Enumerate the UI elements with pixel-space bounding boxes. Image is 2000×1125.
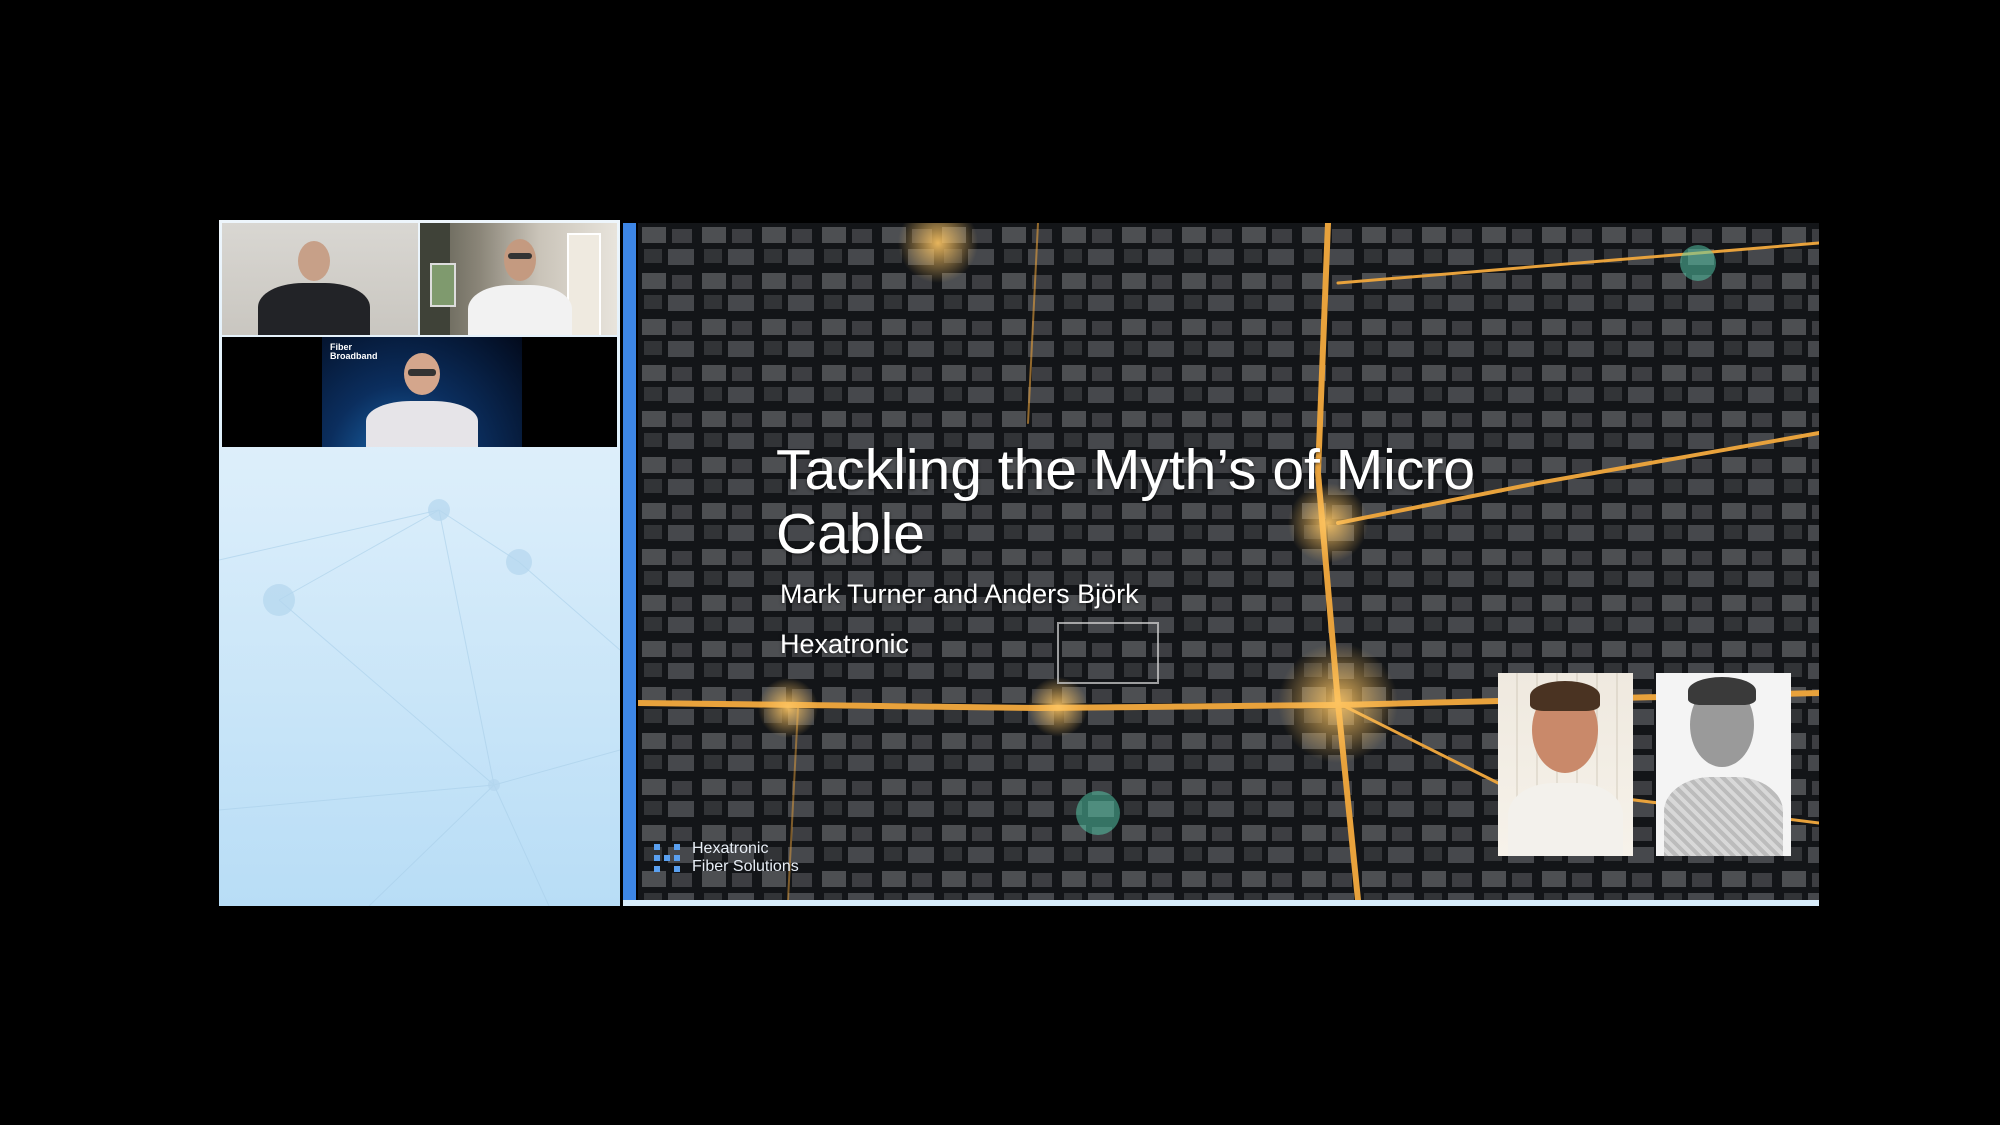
slide-company: Hexatronic xyxy=(780,629,910,659)
participant-figure xyxy=(460,235,580,335)
meeting-window: Fiber Broadband Tackling the Myth’s of M… xyxy=(219,220,1819,906)
slide-bottom-border xyxy=(623,900,1819,906)
participant-video-3[interactable]: Fiber Broadband xyxy=(222,337,617,447)
logo-line-2: Fiber Solutions xyxy=(692,858,799,875)
panel-divider[interactable] xyxy=(623,223,636,903)
slide-presenters: Mark Turner and Anders Björk xyxy=(780,579,1139,609)
hexatronic-logo-icon xyxy=(654,844,680,872)
slide-title: Tackling the Myth’s of Micro Cable xyxy=(776,438,1536,566)
hexatronic-logo: Hexatronic Fiber Solutions xyxy=(654,838,824,878)
slide-title-line-2: Cable xyxy=(776,502,925,566)
logo-line-1: Hexatronic xyxy=(692,840,769,857)
presenter-headshot-1 xyxy=(1498,673,1633,856)
slide-title-line-1: Tackling the Myth’s of Micro xyxy=(776,438,1476,502)
presenter-headshot-2 xyxy=(1656,673,1791,856)
hexatronic-logo-text: Hexatronic Fiber Solutions xyxy=(692,840,799,876)
shared-presentation-slide: Tackling the Myth’s of Micro Cable Mark … xyxy=(638,223,1819,900)
participant-video-1[interactable] xyxy=(222,223,418,335)
network-background-graphic xyxy=(219,499,620,906)
participants-panel: Fiber Broadband xyxy=(219,220,620,906)
participant-figure xyxy=(252,235,372,335)
participant-figure xyxy=(362,351,482,447)
participant-video-3-feed: Fiber Broadband xyxy=(322,337,522,447)
participant-video-2[interactable] xyxy=(420,223,617,335)
